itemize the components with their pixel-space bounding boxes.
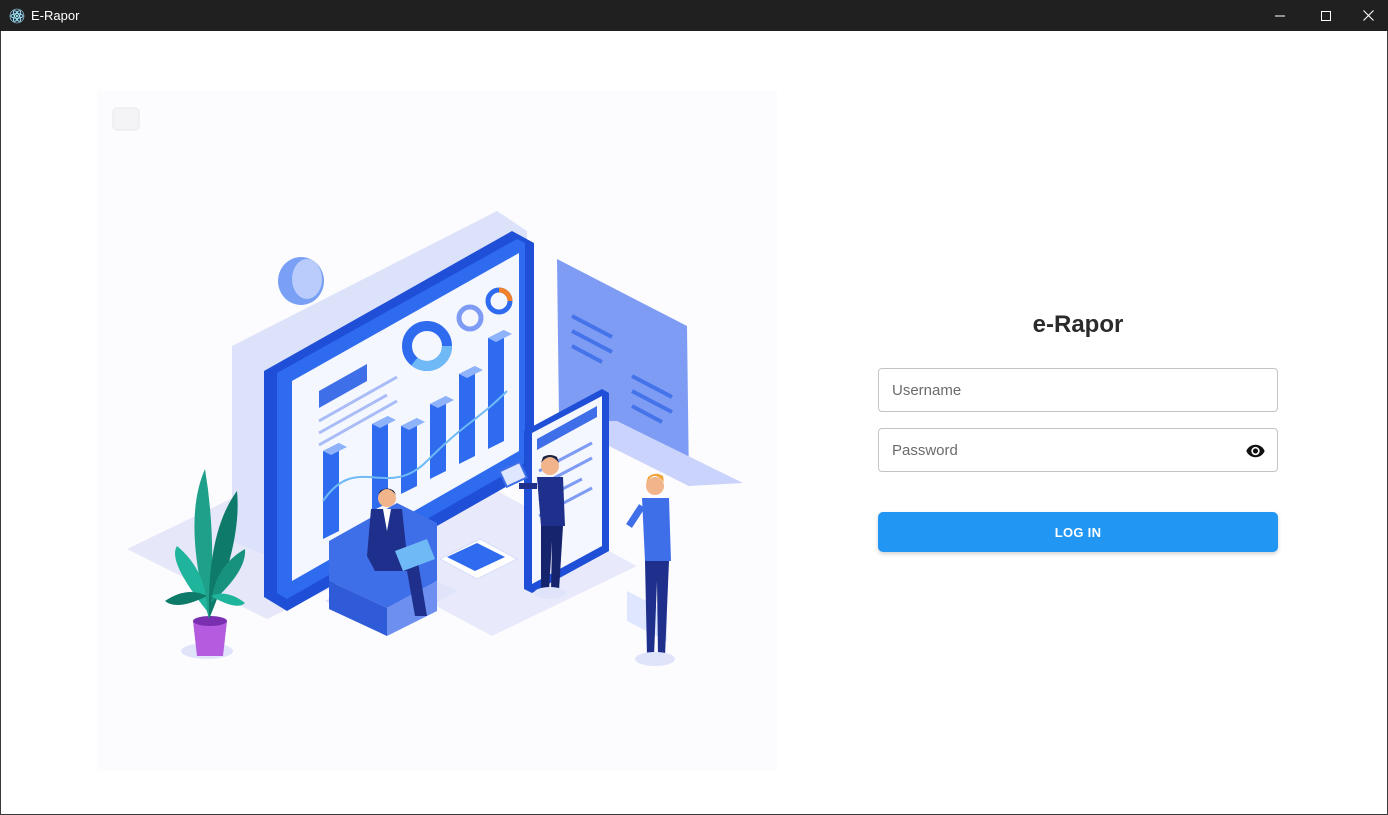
password-field[interactable]	[878, 428, 1278, 472]
username-field[interactable]	[878, 368, 1278, 412]
close-icon	[1363, 10, 1374, 21]
password-input[interactable]	[879, 429, 1277, 471]
isometric-dashboard-illustration	[112, 107, 743, 666]
show-password-button[interactable]	[1245, 441, 1266, 461]
login-title: e-Rapor	[1032, 311, 1124, 338]
eye-icon	[1246, 444, 1265, 458]
close-button[interactable]	[1349, 0, 1388, 31]
dashboard-illustration	[97, 91, 777, 771]
minimize-button[interactable]	[1257, 0, 1303, 31]
username-input[interactable]	[879, 369, 1277, 411]
maximize-button[interactable]	[1303, 0, 1349, 31]
window-title: E-Rapor	[31, 8, 80, 23]
window-titlebar: E-Rapor	[0, 0, 1388, 31]
login-button[interactable]: LOG IN	[878, 512, 1278, 552]
maximize-icon	[1321, 10, 1331, 21]
minimize-icon	[1275, 15, 1285, 16]
window-body: e-Rapor LOG IN	[0, 31, 1388, 815]
app-icon	[9, 8, 25, 24]
